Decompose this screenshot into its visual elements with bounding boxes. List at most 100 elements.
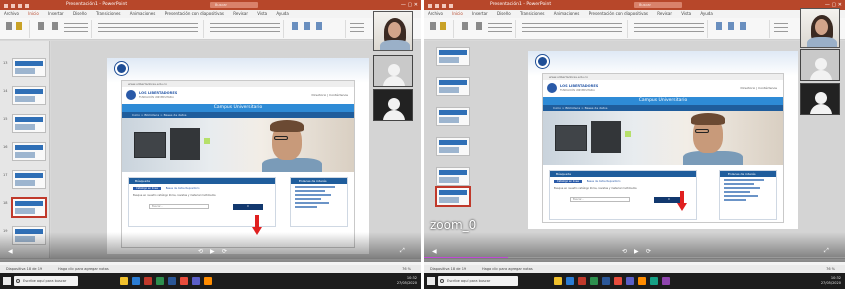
slide[interactable]: www.ulibertadores.edu.co LOS LIBERTADORE… [107, 58, 369, 254]
volume-icon[interactable]: ◀ [8, 248, 13, 255]
tab-diseno[interactable]: Diseño [69, 10, 91, 18]
participant-tile[interactable] [800, 83, 840, 115]
slide-thumbnail[interactable] [436, 107, 470, 126]
tab-animaciones[interactable]: Animaciones [550, 10, 584, 18]
font-group[interactable] [518, 20, 628, 38]
tab-revisar[interactable]: Revisar [229, 10, 252, 18]
panel-tab-repository: Repositorio [606, 180, 621, 183]
slide[interactable]: www.ulibertadores.edu.co LOS LIBERTADORE… [528, 51, 798, 229]
search-box[interactable]: Buscar [210, 2, 258, 8]
tab-insertar[interactable]: Insertar [468, 10, 492, 18]
tab-insertar[interactable]: Insertar [44, 10, 68, 18]
tab-ayuda[interactable]: Ayuda [696, 10, 716, 18]
paragraph-group[interactable] [206, 20, 284, 38]
rewind-icon[interactable]: ⟲ [198, 248, 203, 255]
search-box[interactable]: Buscar [634, 2, 682, 8]
clipboard-group[interactable] [426, 20, 454, 38]
tab-ayuda[interactable]: Ayuda [272, 10, 292, 18]
volume-icon[interactable]: ◀ [432, 248, 437, 255]
participant-tile[interactable] [373, 89, 413, 121]
slide-thumbnail-pane[interactable]: 13 14 15 16 17 18 19 [0, 41, 50, 258]
slide-thumbnail[interactable] [12, 114, 46, 133]
tab-vista[interactable]: Vista [677, 10, 695, 18]
slide-thumbnail-selected[interactable] [12, 198, 46, 217]
slide-canvas[interactable]: www.ulibertadores.edu.co LOS LIBERTADORE… [51, 41, 421, 258]
notes-label[interactable]: Haga clic para agregar notas [58, 265, 109, 273]
tab-archivo[interactable]: Archivo [424, 10, 447, 18]
fullscreen-icon[interactable]: ⤢ [824, 247, 829, 255]
search-panel-title: Búsqueda [129, 178, 275, 184]
video-progress-bar[interactable] [424, 257, 845, 258]
slide-thumbnail[interactable] [12, 142, 46, 161]
drawing-group[interactable] [710, 20, 770, 38]
video-player-controls: ◀ ⟲ ▶ ⟳ ⤢ [424, 232, 845, 262]
slide-thumbnail[interactable] [436, 47, 470, 66]
editing-group[interactable] [772, 20, 792, 38]
window-title: Presentación1 - PowerPoint [490, 2, 552, 7]
tab-revisar[interactable]: Revisar [653, 10, 676, 18]
forward-icon[interactable]: ⟳ [646, 248, 651, 255]
window-controls[interactable]: — ▢ ✕ [401, 0, 418, 10]
app-icon[interactable] [638, 277, 646, 285]
taskbar-search[interactable]: Escribe aquí para buscar [438, 276, 518, 286]
app-icon[interactable] [204, 277, 212, 285]
tab-presentacion[interactable]: Presentación con diapositivas [161, 10, 228, 18]
zoom-level[interactable]: 76 % [826, 265, 835, 273]
clipboard-group[interactable] [2, 20, 30, 38]
chrome-icon[interactable] [614, 277, 622, 285]
notes-label[interactable]: Haga clic para agregar notas [482, 265, 533, 273]
slides-group[interactable] [456, 20, 516, 38]
file-explorer-icon[interactable] [554, 277, 562, 285]
browser-address-bar: www.ulibertadores.edu.co [543, 74, 783, 80]
taskbar-search[interactable]: Escribe aquí para buscar [14, 276, 78, 286]
excel-icon[interactable] [156, 277, 164, 285]
edge-icon[interactable] [132, 277, 140, 285]
excel-icon[interactable] [590, 277, 598, 285]
tab-diseno[interactable]: Diseño [493, 10, 515, 18]
app-icon[interactable] [662, 277, 670, 285]
slide-thumbnail[interactable] [12, 58, 46, 77]
windows-start-icon[interactable] [427, 277, 435, 285]
paragraph-group[interactable] [630, 20, 708, 38]
play-icon[interactable]: ▶ [210, 248, 215, 255]
tab-archivo[interactable]: Archivo [0, 10, 23, 18]
slide-thumbnail[interactable] [436, 137, 470, 156]
font-group[interactable] [94, 20, 204, 38]
drawing-group[interactable] [286, 20, 346, 38]
windows-start-icon[interactable] [3, 277, 11, 285]
slide-thumbnail[interactable] [12, 86, 46, 105]
word-icon[interactable] [602, 277, 610, 285]
slide-thumbnail-selected[interactable] [436, 187, 470, 206]
editing-group[interactable] [348, 20, 368, 38]
word-icon[interactable] [168, 277, 176, 285]
tab-animaciones[interactable]: Animaciones [126, 10, 160, 18]
edge-icon[interactable] [566, 277, 574, 285]
participant-tile[interactable] [800, 49, 840, 81]
tab-presentacion[interactable]: Presentación con diapositivas [585, 10, 652, 18]
chrome-icon[interactable] [180, 277, 188, 285]
rewind-icon[interactable]: ⟲ [622, 248, 627, 255]
slide-canvas[interactable]: www.ulibertadores.edu.co LOS LIBERTADORE… [424, 41, 845, 258]
slide-thumbnail[interactable] [436, 77, 470, 96]
tab-transiciones[interactable]: Transiciones [92, 10, 125, 18]
quick-access-toolbar[interactable] [428, 3, 483, 8]
app-icon[interactable] [650, 277, 658, 285]
powerpoint-icon[interactable] [144, 277, 152, 285]
tab-vista[interactable]: Vista [253, 10, 271, 18]
slide-thumbnail[interactable] [436, 167, 470, 186]
powerpoint-icon[interactable] [578, 277, 586, 285]
teams-icon[interactable] [192, 277, 200, 285]
play-icon[interactable]: ▶ [634, 248, 639, 255]
quick-access-toolbar[interactable] [4, 3, 59, 8]
participant-tile[interactable] [373, 55, 413, 87]
slide-thumbnail[interactable] [12, 170, 46, 189]
slides-group[interactable] [32, 20, 92, 38]
forward-icon[interactable]: ⟳ [222, 248, 227, 255]
system-tray[interactable]: 10:32 27/05/2020 [397, 276, 417, 286]
system-tray[interactable]: 10:32 27/05/2020 [821, 276, 841, 286]
tab-transiciones[interactable]: Transiciones [516, 10, 549, 18]
fullscreen-icon[interactable]: ⤢ [400, 247, 405, 255]
zoom-level[interactable]: 76 % [402, 265, 411, 273]
teams-icon[interactable] [626, 277, 634, 285]
file-explorer-icon[interactable] [120, 277, 128, 285]
